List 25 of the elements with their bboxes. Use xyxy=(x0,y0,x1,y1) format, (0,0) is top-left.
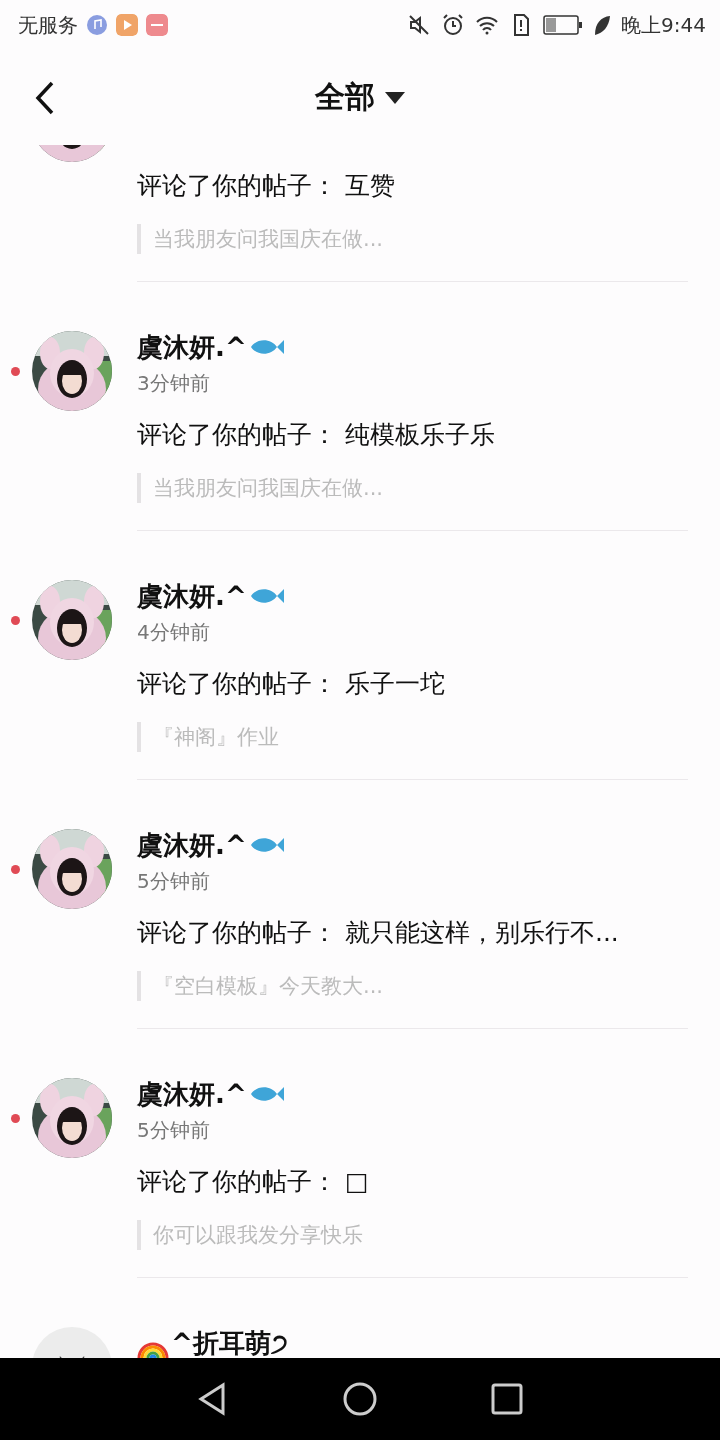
comment-text: 评论了你的帖子： 互赞 xyxy=(137,170,396,202)
user-name[interactable]: ^折耳萌੭ xyxy=(171,1325,288,1358)
user-name[interactable]: 虞沐妍.^ xyxy=(137,1076,247,1112)
timestamp: 4分钟前 xyxy=(137,619,211,646)
user-name[interactable]: 虞沐妍.^ xyxy=(137,827,247,863)
battery-icon xyxy=(543,14,584,36)
music-app-icon xyxy=(86,14,108,36)
timestamp: 5分钟前 xyxy=(137,868,211,895)
clock-text: 晚上9:44 xyxy=(621,11,706,39)
filter-dropdown[interactable]: 全部 xyxy=(311,73,409,122)
comment-text: 评论了你的帖子： □ xyxy=(137,1166,370,1198)
user-name[interactable]: 虞沐妍.^ xyxy=(137,578,247,614)
home-nav-icon[interactable] xyxy=(342,1381,378,1417)
leaf-icon xyxy=(593,13,612,37)
caret-icon xyxy=(385,91,405,104)
play-app-icon xyxy=(116,14,138,36)
comment-text: 评论了你的帖子： 纯模板乐子乐 xyxy=(137,419,496,451)
rainbow-icon xyxy=(137,1342,169,1358)
timestamp: 3分钟前 xyxy=(137,370,211,397)
timestamp: 5分钟前 xyxy=(137,1117,211,1144)
user-name[interactable]: 虞沐妍.^ xyxy=(137,329,247,365)
comment-text: 评论了你的帖子： 就只能这样，别乐行不... xyxy=(137,917,620,949)
comment-text: 评论了你的帖子： 乐子一坨 xyxy=(137,668,446,700)
app-icon xyxy=(146,14,168,36)
carrier-text: 无服务 xyxy=(18,11,78,39)
